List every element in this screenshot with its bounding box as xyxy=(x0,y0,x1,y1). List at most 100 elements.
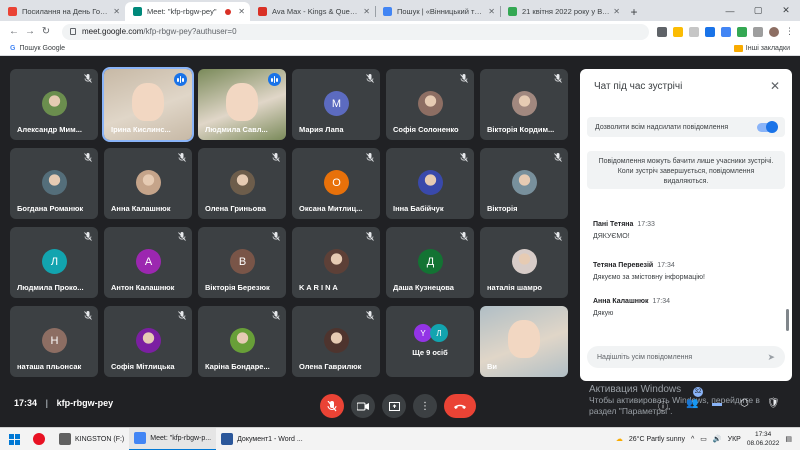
participant-tile[interactable]: Александр Мим... xyxy=(10,69,98,140)
close-window-icon[interactable]: ✕ xyxy=(772,5,800,16)
tab-close-icon[interactable]: ✕ xyxy=(238,7,245,16)
maximize-icon[interactable]: ▢ xyxy=(744,5,772,16)
send-icon[interactable]: ➤ xyxy=(767,352,775,363)
tab-close-icon[interactable]: ✕ xyxy=(113,7,120,16)
participant-name: Вікторія Березюк xyxy=(205,283,270,292)
participant-avatar xyxy=(512,91,537,116)
lock-icon xyxy=(70,28,76,35)
participant-tile[interactable]: Людмила Савл... xyxy=(198,69,286,140)
participant-name: Ще 9 осіб xyxy=(412,348,448,357)
people-icon[interactable]: 👥 xyxy=(686,398,698,409)
profile-avatar[interactable] xyxy=(769,26,779,37)
forward-icon[interactable]: → xyxy=(22,26,38,37)
taskbar-item[interactable]: KINGSTON (F:) xyxy=(54,428,129,450)
mic-off-icon xyxy=(460,74,468,83)
participant-tile[interactable]: A Антон Калашнюк xyxy=(104,227,192,298)
leave-call-button[interactable] xyxy=(444,394,476,418)
extension-icon-2[interactable] xyxy=(721,26,731,37)
participant-tile[interactable]: Софія Мітлицька xyxy=(104,306,192,377)
app-icon xyxy=(221,433,234,445)
mic-off-icon xyxy=(366,311,374,320)
tab-2[interactable]: Ava Max - Kings & Queens [✕ xyxy=(250,2,375,21)
participant-tile[interactable]: Ви xyxy=(480,306,568,377)
chat-panel: Чат під час зустрічі ✕ Дозволити всім на… xyxy=(580,69,792,381)
participant-tile[interactable]: Вікторія Кордим... xyxy=(480,69,568,140)
tab-close-icon[interactable]: ✕ xyxy=(488,7,495,16)
participant-tile[interactable]: B Вікторія Березюк xyxy=(198,227,286,298)
participant-tile[interactable]: O Оксана Митлиц... xyxy=(292,148,380,219)
url-path: /kfp-rbgw-pey?authuser=0 xyxy=(143,27,237,36)
tab-0[interactable]: Посилання на День Гостинн ✕ xyxy=(0,2,125,21)
message-text: Дякую xyxy=(593,310,614,317)
participant-avatar xyxy=(418,91,443,116)
network-icon[interactable]: ▭ xyxy=(700,435,707,443)
participant-tile[interactable]: Олена Гриньова xyxy=(198,148,286,219)
participant-tile[interactable]: наталія шамро xyxy=(480,227,568,298)
tab-close-icon[interactable]: ✕ xyxy=(613,7,620,16)
host-controls-icon[interactable]: 🛡 xyxy=(767,398,780,409)
camera-icon[interactable] xyxy=(657,26,667,37)
camera-button[interactable] xyxy=(351,394,375,418)
mic-off-button[interactable] xyxy=(320,394,344,418)
folder-icon xyxy=(733,45,743,52)
tray-chevron-icon[interactable]: ^ xyxy=(691,436,694,443)
clock[interactable]: 17:34 08.06.2022 xyxy=(747,430,780,448)
menu-icon[interactable]: ⋮ xyxy=(785,26,794,37)
participant-tile[interactable]: Ірина Кислинс... xyxy=(102,67,194,142)
notifications-icon[interactable]: ▤ xyxy=(785,435,792,443)
participant-tile[interactable]: Вікторія xyxy=(480,148,568,219)
participant-tile[interactable]: Каріна Бондаре... xyxy=(198,306,286,377)
chat-scrollbar[interactable] xyxy=(786,309,789,331)
start-button[interactable] xyxy=(0,433,28,445)
language-indicator[interactable]: УКР xyxy=(728,436,741,443)
participant-tile[interactable]: M Мария Лапа xyxy=(292,69,380,140)
participant-tile[interactable]: Інна Бабійчук xyxy=(386,148,474,219)
extension-icon[interactable] xyxy=(705,26,715,37)
participant-tile[interactable]: Ннаташа пльонсак xyxy=(10,306,98,377)
close-icon[interactable]: ✕ xyxy=(770,79,780,93)
participant-tile[interactable]: Л Людмила Проко... xyxy=(10,227,98,298)
taskbar-item[interactable]: Meet: "kfp-rbgw-p... xyxy=(129,427,217,450)
participant-tile[interactable]: Анна Калашнюк xyxy=(104,148,192,219)
minimize-icon[interactable]: — xyxy=(716,6,744,16)
participant-name: K A R I N A xyxy=(299,283,338,292)
mic-off-icon xyxy=(84,311,92,320)
star-icon[interactable] xyxy=(689,26,699,37)
extension-icon-3[interactable] xyxy=(737,26,747,37)
chat-icon[interactable]: ▬ xyxy=(712,398,722,409)
more-options-button[interactable]: ⋮ xyxy=(413,394,437,418)
weather-text[interactable]: 26°C Partly sunny xyxy=(629,436,685,443)
opera-taskbar-icon[interactable] xyxy=(28,428,54,450)
participant-avatar xyxy=(418,170,443,195)
participant-tile[interactable]: Софія Солоненко xyxy=(386,69,474,140)
activities-icon[interactable]: ⬡ xyxy=(740,398,749,409)
tab-1[interactable]: Meet: "kfp-rbgw-pey" ✕ xyxy=(125,2,250,21)
puzzle-icon[interactable] xyxy=(753,26,763,37)
participant-tile[interactable]: Олена Гаврилюк xyxy=(292,306,380,377)
tab-3[interactable]: Пошук | «Вінницький торго ✕ xyxy=(375,2,500,21)
message-author: Тетяна Перевезій xyxy=(593,262,654,269)
participant-tile[interactable]: K A R I N A xyxy=(292,227,380,298)
present-button[interactable] xyxy=(382,394,406,418)
participant-avatar: O xyxy=(324,170,349,195)
tab-4[interactable]: 21 квітня 2022 року у ВСП " ✕ xyxy=(500,2,625,21)
taskbar-item[interactable]: Документ1 - Word ... xyxy=(216,428,308,450)
participant-tile[interactable]: Д Даша Кузнецова xyxy=(386,227,474,298)
system-tray: ☁ 26°C Partly sunny ^ ▭ 🔊 УКР 17:34 08.06.2022 ▤ xyxy=(616,430,800,448)
chat-input[interactable]: Надішліть усім повідомлення ➤ xyxy=(587,346,785,368)
participant-tile[interactable]: Y Л Ще 9 осіб xyxy=(386,306,474,377)
participant-avatar: Н xyxy=(42,328,67,353)
participant-tile[interactable]: Богдана Романюк xyxy=(10,148,98,219)
other-bookmarks[interactable]: Інші закладки xyxy=(733,45,790,52)
bookmark-google-search[interactable]: Пошук Google xyxy=(19,45,65,52)
share-icon[interactable] xyxy=(673,26,683,37)
new-tab-button[interactable]: + xyxy=(625,2,643,21)
url-field[interactable]: meet.google.com/kfp-rbgw-pey?authuser=0 xyxy=(62,23,649,40)
allow-messages-toggle[interactable] xyxy=(757,120,778,133)
back-icon[interactable]: ← xyxy=(6,26,22,37)
reload-icon[interactable]: ↻ xyxy=(38,26,54,37)
more-avatar-2: Л xyxy=(430,324,448,342)
tab-close-icon[interactable]: ✕ xyxy=(363,7,370,16)
volume-icon[interactable]: 🔊 xyxy=(713,435,722,443)
info-icon[interactable]: ⓘ xyxy=(658,398,668,413)
